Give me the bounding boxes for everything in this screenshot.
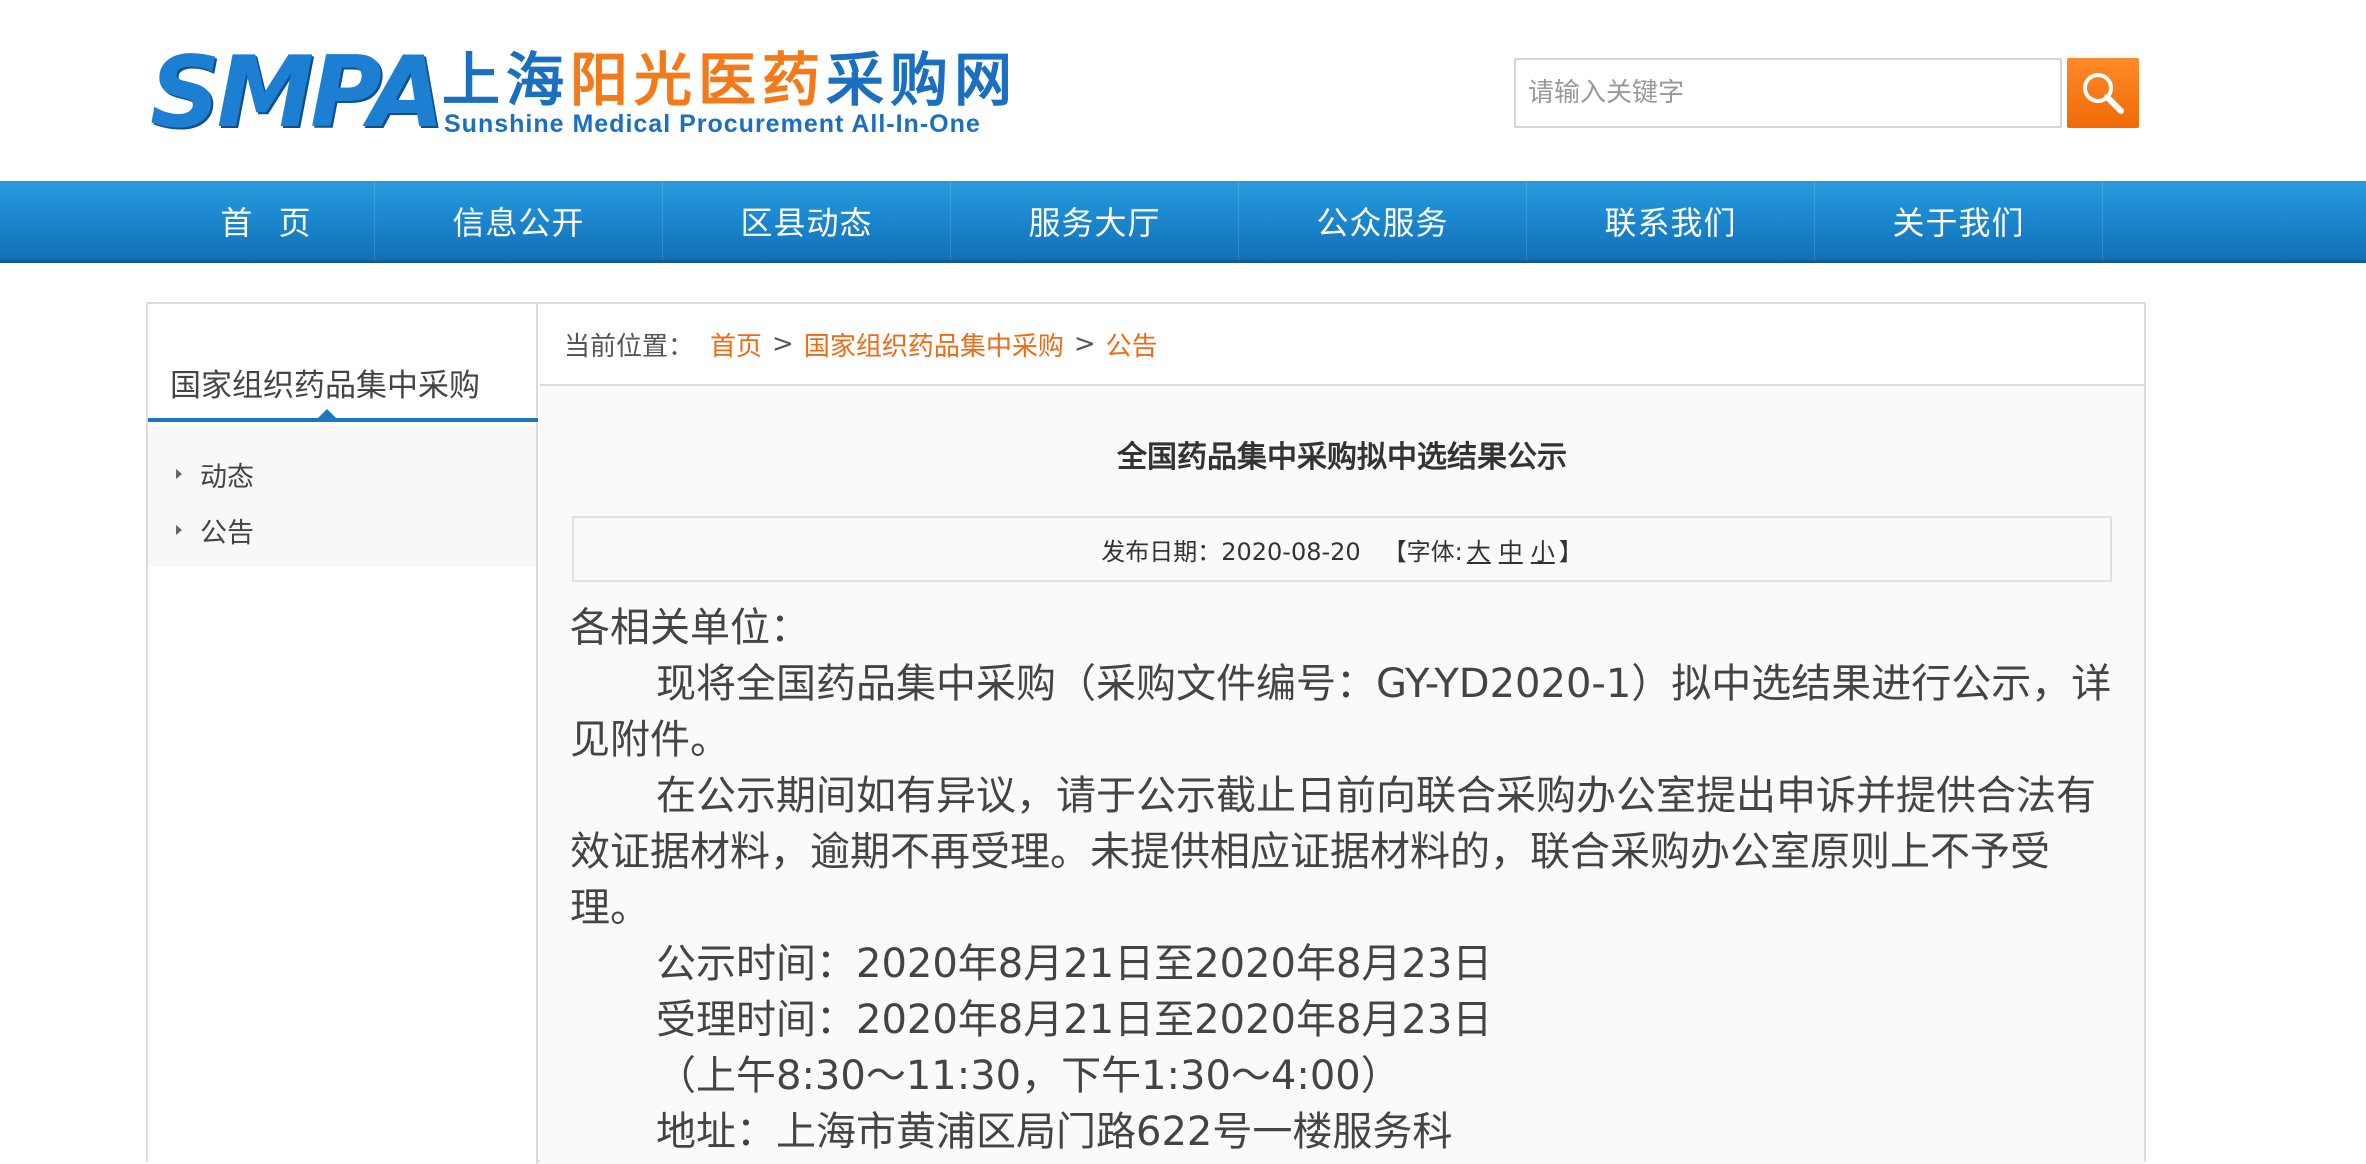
breadcrumb-link-home[interactable]: 首页 (710, 326, 762, 363)
nav-item-about-us[interactable]: 关于我们 (1815, 181, 2103, 260)
breadcrumb-separator: > (772, 329, 794, 359)
breadcrumb-link-announcements[interactable]: 公告 (1106, 326, 1158, 363)
main-container: 国家组织药品集中采购 动态 公告 当前位置： 首页 > 国家组织药品集中采购 >… (146, 302, 2146, 1164)
nav-item-contact-us[interactable]: 联系我们 (1527, 181, 1815, 260)
main-nav-items: 首 页 信息公开 区县动态 服务大厅 公众服务 联系我们 关于我们 (165, 181, 2105, 260)
sidebar-item-label: 公告 (200, 517, 254, 549)
main-nav: 首 页 信息公开 区县动态 服务大厅 公众服务 联系我们 关于我们 (0, 181, 2366, 263)
breadcrumb-link-centralized-procurement[interactable]: 国家组织药品集中采购 (804, 326, 1064, 363)
search-button[interactable] (2067, 58, 2139, 128)
logo-name-part4: 采购网 (826, 46, 1019, 114)
logo-name-part3: 医药 (698, 46, 827, 114)
font-size-suffix: 】 (1558, 537, 1583, 566)
article-paragraph: 受理时间：2020年8月21日至2020年8月23日 (656, 997, 1493, 1043)
article-paragraph: 在公示期间如有异议，请于公示截止日前向联合采购办公室提出申诉并提供合法有效证据材… (570, 773, 2096, 931)
sidebar-item-label: 动态 (200, 461, 254, 493)
logo-abbr: SMPA (150, 36, 445, 150)
article-title: 全国药品集中采购拟中选结果公示 (1117, 440, 1567, 475)
site-header: SMPA 上海阳光医药采购网 Sunshine Medical Procurem… (0, 0, 2366, 181)
font-size-large-link[interactable]: 大 (1467, 532, 1491, 567)
sidebar-item-news[interactable]: 动态 (148, 446, 536, 502)
breadcrumb-prefix: 当前位置： (564, 331, 695, 362)
article-paragraph: 地址：上海市黄浦区局门路622号一楼服务科 (656, 1109, 1453, 1155)
nav-item-info-disclosure[interactable]: 信息公开 (375, 181, 663, 260)
sidebar-item-announcements[interactable]: 公告 (148, 502, 536, 558)
font-size-prefix: 【字体: (1382, 537, 1463, 566)
sidebar: 国家组织药品集中采购 动态 公告 (148, 304, 538, 1164)
article-paragraph: 公示时间：2020年8月21日至2020年8月23日 (656, 941, 1493, 987)
nav-item-district-news[interactable]: 区县动态 (663, 181, 951, 260)
search-input[interactable] (1514, 58, 2062, 128)
article-paragraph: 现将全国药品集中采购（采购文件编号：GY-YD2020-1）拟中选结果进行公示，… (570, 661, 2112, 763)
article-paragraph: 各相关单位： (570, 605, 810, 651)
nav-item-service-hall[interactable]: 服务大厅 (951, 181, 1239, 260)
site-logo[interactable]: SMPA 上海阳光医药采购网 Sunshine Medical Procurem… (150, 36, 1012, 150)
logo-english-name: Sunshine Medical Procurement All-In-One (444, 110, 981, 138)
article-body: 各相关单位： 现将全国药品集中采购（采购文件编号：GY-YD2020-1）拟中选… (570, 600, 2120, 1160)
publish-date: 发布日期：2020-08-20 (1101, 537, 1361, 566)
breadcrumb: 当前位置： 首页 > 国家组织药品集中采购 > 公告 (540, 304, 2144, 386)
font-size-small-link[interactable]: 小 (1531, 532, 1555, 567)
search-icon (2080, 70, 2126, 116)
logo-name-part2: 阳光 (570, 46, 699, 114)
content-panel: 当前位置： 首页 > 国家组织药品集中采购 > 公告 全国药品集中采购拟中选结果… (540, 304, 2144, 1164)
article-meta-bar: 发布日期：2020-08-20 【字体: 大 中 小 】 (572, 516, 2112, 582)
logo-chinese-name: 上海阳光医药采购网 (442, 48, 1018, 112)
breadcrumb-separator: > (1073, 329, 1096, 359)
nav-item-home[interactable]: 首 页 (165, 181, 375, 260)
sidebar-title: 国家组织药品集中采购 (148, 362, 538, 422)
logo-name-part1: 上海 (442, 46, 571, 114)
font-size-medium-link[interactable]: 中 (1499, 532, 1523, 567)
article-paragraph: （上午8:30～11:30，下午1:30～4:00） (656, 1053, 1401, 1099)
caret-right-icon (176, 469, 182, 479)
caret-right-icon (176, 525, 182, 535)
sidebar-title-pointer (318, 409, 336, 418)
nav-item-public-service[interactable]: 公众服务 (1239, 181, 1527, 260)
sidebar-title-text: 国家组织药品集中采购 (170, 368, 480, 404)
sidebar-list: 动态 公告 (148, 426, 536, 566)
